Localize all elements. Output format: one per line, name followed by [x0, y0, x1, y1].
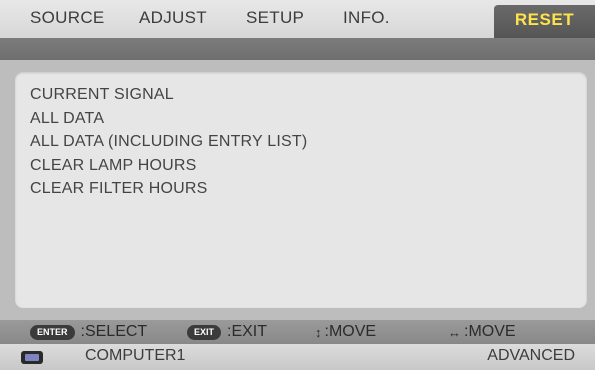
help-bar: ENTER :SELECT EXIT :EXIT ↕ :MOVE ↔ :MOVE	[0, 320, 595, 344]
up-down-arrow-icon: ↕	[315, 324, 322, 340]
submenu-band	[0, 38, 595, 60]
status-menu-mode: ADVANCED	[487, 347, 575, 364]
help-move-horizontal-label: :MOVE	[464, 323, 516, 340]
enter-key-icon: ENTER	[30, 324, 75, 340]
help-exit-label: :EXIT	[227, 323, 268, 340]
menu-list: CURRENT SIGNAL ALL DATA ALL DATA (INCLUD…	[30, 86, 307, 204]
tab-info[interactable]: INFO.	[343, 8, 390, 32]
reset-menu-panel: CURRENT SIGNAL ALL DATA ALL DATA (INCLUD…	[15, 72, 587, 308]
help-exit: EXIT :EXIT	[187, 323, 267, 341]
tab-setup[interactable]: SETUP	[246, 8, 304, 32]
osd-menu: SOURCE ADJUST SETUP INFO. RESET CURRENT …	[0, 0, 595, 370]
menu-item-current-signal[interactable]: CURRENT SIGNAL	[30, 86, 307, 110]
help-move-vertical: ↕ :MOVE	[315, 323, 376, 341]
menu-item-all-data-including-entry-list[interactable]: ALL DATA (INCLUDING ENTRY LIST)	[30, 133, 307, 157]
status-source: COMPUTER1	[85, 347, 186, 364]
computer-input-icon	[21, 351, 43, 364]
tab-source[interactable]: SOURCE	[30, 8, 105, 32]
tab-adjust[interactable]: ADJUST	[139, 8, 207, 32]
menu-item-clear-filter-hours[interactable]: CLEAR FILTER HOURS	[30, 180, 307, 204]
left-right-arrow-icon: ↔	[448, 324, 461, 340]
help-select: ENTER :SELECT	[30, 323, 147, 341]
help-select-label: :SELECT	[80, 323, 148, 340]
tab-bar: SOURCE ADJUST SETUP INFO. RESET	[0, 0, 595, 38]
tab-reset[interactable]: RESET	[494, 5, 595, 38]
menu-item-all-data[interactable]: ALL DATA	[30, 110, 307, 134]
exit-key-icon: EXIT	[187, 324, 222, 340]
menu-item-clear-lamp-hours[interactable]: CLEAR LAMP HOURS	[30, 157, 307, 181]
status-bar: COMPUTER1 ADVANCED	[0, 344, 595, 370]
help-move-horizontal: ↔ :MOVE	[448, 323, 516, 341]
help-move-vertical-label: :MOVE	[324, 323, 377, 340]
